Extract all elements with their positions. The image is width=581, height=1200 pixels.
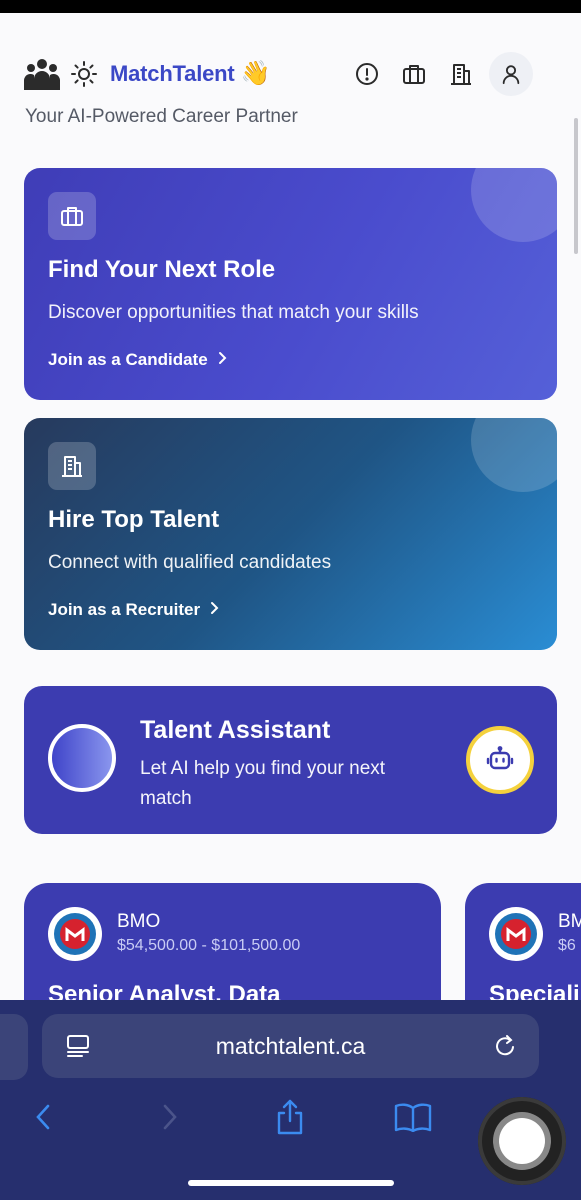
app-header: MatchTalent 👋	[24, 52, 539, 96]
job-salary: $54,500.00 - $101,500.00	[117, 937, 301, 954]
assistant-title: Talent Assistant	[140, 716, 331, 744]
sun-icon[interactable]	[70, 60, 98, 88]
reload-icon[interactable]	[493, 1033, 517, 1064]
recruiter-card[interactable]: Hire Top Talent Connect with qualified c…	[24, 418, 557, 650]
candidate-card[interactable]: Find Your Next Role Discover opportuniti…	[24, 168, 557, 400]
decorative-bubble	[471, 168, 557, 242]
job-salary: $6	[558, 937, 576, 954]
header-actions	[336, 52, 533, 96]
status-bar	[0, 0, 581, 13]
assistant-avatar	[48, 724, 116, 792]
previous-tab[interactable]	[0, 1014, 28, 1080]
back-icon[interactable]	[20, 1094, 66, 1140]
chevron-right-icon	[209, 600, 219, 620]
scroll-indicator[interactable]	[574, 118, 578, 254]
join-recruiter-link[interactable]: Join as a Recruiter	[48, 600, 219, 620]
job-company: BMO	[117, 911, 161, 932]
bookmarks-icon[interactable]	[390, 1094, 436, 1140]
talent-assistant-card[interactable]: Talent Assistant Let AI help you find yo…	[24, 686, 557, 834]
chevron-right-icon	[217, 350, 227, 370]
building-icon[interactable]	[445, 58, 477, 90]
card-description: Discover opportunities that match your s…	[48, 302, 419, 323]
bmo-logo-icon	[48, 907, 102, 961]
link-label: Join as a Candidate	[48, 350, 208, 369]
share-icon[interactable]	[267, 1094, 313, 1140]
user-icon[interactable]	[489, 52, 533, 96]
link-label: Join as a Recruiter	[48, 600, 201, 619]
wave-emoji: 👋	[240, 60, 271, 87]
briefcase-icon[interactable]	[398, 58, 430, 90]
assistant-description: Let AI help you find your next match	[140, 758, 386, 809]
briefcase-icon	[48, 192, 96, 240]
tagline: Your AI-Powered Career Partner	[25, 106, 298, 127]
bmo-logo-icon	[489, 907, 543, 961]
job-company: BM	[558, 911, 581, 932]
address-bar[interactable]: matchtalent.ca	[42, 1014, 539, 1078]
assistive-touch-button[interactable]	[478, 1097, 566, 1185]
robot-icon[interactable]	[466, 726, 534, 794]
assistive-touch-dot	[499, 1118, 545, 1164]
card-description: Connect with qualified candidates	[48, 552, 332, 573]
url-text: matchtalent.ca	[215, 1033, 366, 1059]
forward-icon	[147, 1094, 193, 1140]
team-icon	[24, 56, 60, 92]
building-icon	[48, 442, 96, 490]
home-indicator[interactable]	[188, 1180, 394, 1186]
card-title: Find Your Next Role	[48, 256, 276, 283]
card-title: Hire Top Talent	[48, 506, 220, 533]
brand-name[interactable]: MatchTalent	[110, 61, 235, 87]
info-icon[interactable]	[351, 58, 383, 90]
join-candidate-link[interactable]: Join as a Candidate	[48, 350, 227, 370]
decorative-bubble	[471, 418, 557, 492]
